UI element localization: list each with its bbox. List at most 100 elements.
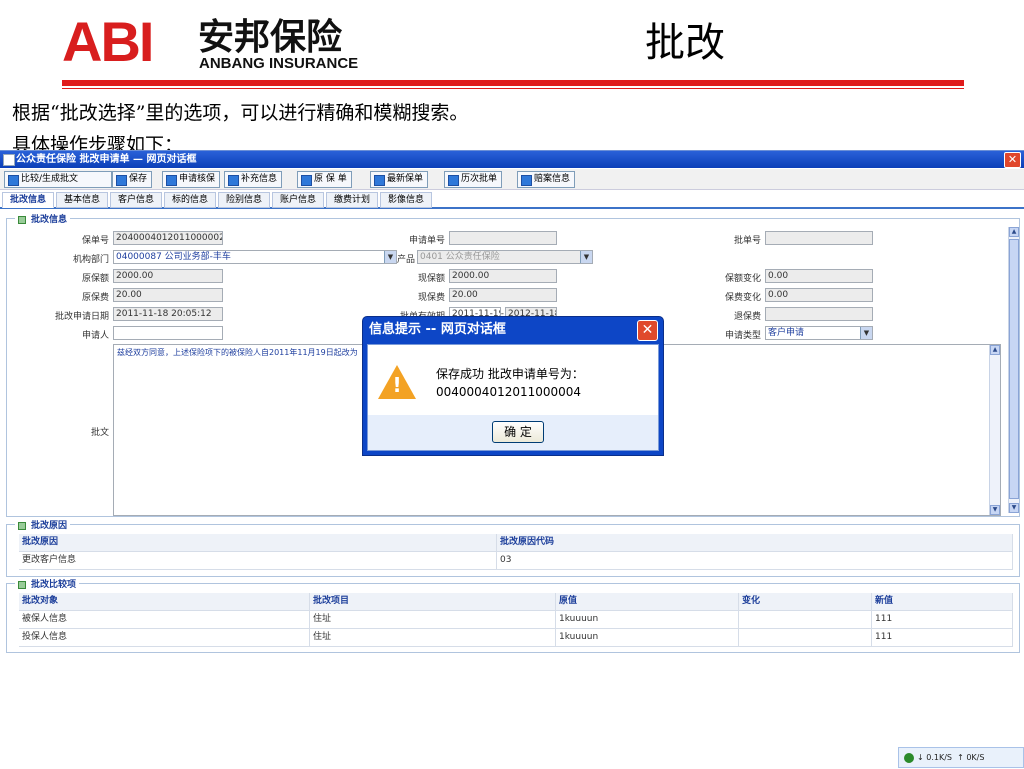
tab-customer-info[interactable]: 客户信息 — [110, 192, 162, 208]
refund-field[interactable] — [765, 307, 873, 321]
premium-change-label: 保费变化 — [724, 293, 761, 303]
application-no-label: 申请单号 — [408, 236, 445, 246]
tab-bar: 批改信息 基本信息 客户信息 标的信息 险别信息 账户信息 缴费计划 影像信息 — [0, 190, 1024, 209]
orig-amount-label: 原保额 — [81, 274, 109, 284]
compare-generate-button[interactable]: 比较/生成批文 — [4, 171, 112, 188]
claim-info-label: 赔案信息 — [534, 174, 571, 184]
cell-item: 住址 — [310, 629, 556, 646]
original-policy-button[interactable]: 原 保 单 — [297, 171, 352, 188]
tab-account-info[interactable]: 账户信息 — [272, 192, 324, 208]
dialog-message: 保存成功 批改申请单号为： 0040004012011000004 — [436, 365, 584, 401]
product-value: 0401 公众责任保险 — [420, 252, 500, 262]
apply-underwriting-button[interactable]: 申请核保 — [162, 171, 221, 188]
scroll-down-icon[interactable]: ▼ — [990, 505, 1000, 515]
window-titlebar: 公众责任保险 批改申请单 — 网页对话框 ✕ — [0, 151, 1024, 168]
collapse-icon[interactable] — [18, 521, 26, 530]
product-select[interactable]: 0401 公众责任保险 ▼ — [417, 250, 593, 264]
latest-policy-button[interactable]: 最新保单 — [370, 171, 429, 188]
cell-new-value: 111 — [872, 629, 1013, 646]
table-row[interactable]: 投保人信息 住址 1kuuuun 111 — [19, 629, 1013, 647]
section-title-endorsement-info: 批改信息 — [15, 212, 71, 225]
table-row[interactable]: 被保人信息 住址 1kuuuun 111 — [19, 611, 1013, 629]
table-row[interactable]: 更改客户信息 03 — [19, 552, 1013, 570]
col-header-new-value: 新值 — [872, 593, 1013, 610]
cell-change — [739, 611, 872, 628]
window-close-button[interactable]: ✕ — [1004, 152, 1021, 168]
underwriting-icon — [166, 175, 177, 186]
cur-premium-label: 现保费 — [417, 293, 445, 303]
page-scrollbar[interactable]: ▲ ▼ — [1008, 227, 1019, 513]
warning-exclamation-icon: ! — [392, 373, 402, 397]
apply-date-field[interactable]: 2011-11-18 20:05:12 — [113, 307, 223, 321]
download-speed: ↓ 0.1K/S — [917, 753, 952, 762]
collapse-icon[interactable] — [18, 580, 26, 589]
chevron-down-icon[interactable]: ▼ — [860, 327, 872, 339]
history-icon — [448, 175, 459, 186]
header-divider-thin — [62, 88, 964, 89]
applicant-field[interactable] — [113, 326, 223, 340]
endorsement-text-label: 批文 — [90, 428, 109, 438]
col-header-reason: 批改原因 — [19, 534, 497, 551]
textarea-scrollbar[interactable]: ▲ ▼ — [989, 345, 1000, 515]
scroll-down-icon[interactable]: ▼ — [1009, 503, 1019, 513]
tab-endorsement-info[interactable]: 批改信息 — [2, 192, 54, 208]
orig-premium-label: 原保费 — [81, 293, 109, 303]
endorsement-no-label: 批单号 — [733, 236, 761, 246]
amount-change-field[interactable]: 0.00 — [765, 269, 873, 283]
network-speed-widget: ↓ 0.1K/S ↑ 0K/S — [898, 747, 1024, 768]
cell-old-value: 1kuuuun — [556, 611, 739, 628]
policy-no-field[interactable]: 2040004012011000002 — [113, 231, 223, 245]
claim-info-button[interactable]: 赔案信息 — [517, 171, 576, 188]
dialog-body: ! 保存成功 批改申请单号为： 0040004012011000004 确 定 — [367, 344, 659, 451]
upload-speed: ↑ 0K/S — [957, 753, 985, 762]
collapse-icon[interactable] — [18, 215, 26, 224]
orig-premium-field[interactable]: 20.00 — [113, 288, 223, 302]
toolbar: 比较/生成批文 保存 申请核保 补充信息 原 保 单 最新保单 历次批单 赔案信… — [0, 169, 1024, 190]
apply-underwriting-label: 申请核保 — [179, 174, 216, 184]
apply-date-label: 批改申请日期 — [54, 312, 109, 322]
orig-amount-field[interactable]: 2000.00 — [113, 269, 223, 283]
scroll-up-icon[interactable]: ▲ — [1009, 227, 1019, 237]
dialog-message-line-1: 保存成功 批改申请单号为： — [436, 367, 584, 381]
intro-line-1: 根据“批改选择”里的选项，可以进行精确和模糊搜索。 — [12, 102, 469, 124]
cell-change — [739, 629, 872, 646]
intro-line-2: 具体操作步骤如下： — [12, 134, 184, 150]
cur-amount-label: 现保额 — [417, 274, 445, 284]
tab-payment-plan[interactable]: 缴费计划 — [326, 192, 378, 208]
endorsement-window: 公众责任保险 批改申请单 — 网页对话框 ✕ 比较/生成批文 保存 申请核保 补… — [0, 150, 1024, 769]
cur-premium-field[interactable]: 20.00 — [449, 288, 557, 302]
tab-image-info[interactable]: 影像信息 — [380, 192, 432, 208]
tab-basic-info[interactable]: 基本信息 — [56, 192, 108, 208]
org-select[interactable]: 04000087 公司业务部-丰车 ▼ — [113, 250, 397, 264]
endorsement-no-field[interactable] — [765, 231, 873, 245]
cell-reason: 更改客户信息 — [19, 552, 497, 569]
org-label: 机构部门 — [72, 255, 109, 265]
cell-reason-code: 03 — [497, 552, 1013, 569]
cell-new-value: 111 — [872, 611, 1013, 628]
scroll-up-icon[interactable]: ▲ — [990, 345, 1000, 355]
history-endorsements-button[interactable]: 历次批单 — [444, 171, 503, 188]
section3-title-text: 批改比较项 — [31, 580, 77, 590]
logo-chinese-name: 安邦保险 — [198, 17, 343, 58]
comparison-section: 批改比较项 批改对象 批改项目 原值 变化 新值 被保人信息 住址 1kuuuu… — [6, 577, 1020, 653]
cur-amount-field[interactable]: 2000.00 — [449, 269, 557, 283]
tab-coverage-info[interactable]: 险别信息 — [218, 192, 270, 208]
dialog-footer: 确 定 — [368, 415, 658, 450]
cell-object: 被保人信息 — [19, 611, 310, 628]
chevron-down-icon[interactable]: ▼ — [580, 251, 592, 263]
apply-type-select[interactable]: 客户申请 ▼ — [765, 326, 873, 340]
save-button[interactable]: 保存 — [112, 171, 153, 188]
supplement-info-button[interactable]: 补充信息 — [224, 171, 283, 188]
dialog-close-button[interactable]: ✕ — [637, 320, 658, 341]
application-no-field[interactable] — [449, 231, 557, 245]
ok-button[interactable]: 确 定 — [492, 421, 544, 443]
page-icon — [3, 154, 15, 166]
refund-label: 退保费 — [733, 312, 761, 322]
section1-title-text: 批改信息 — [31, 215, 68, 225]
premium-change-field[interactable]: 0.00 — [765, 288, 873, 302]
original-policy-label: 原 保 单 — [314, 174, 347, 184]
tab-subject-info[interactable]: 标的信息 — [164, 192, 216, 208]
scroll-thumb[interactable] — [1009, 239, 1019, 499]
supplement-info-label: 补充信息 — [241, 174, 278, 184]
section-title-endorsement-reason: 批改原因 — [15, 518, 71, 531]
